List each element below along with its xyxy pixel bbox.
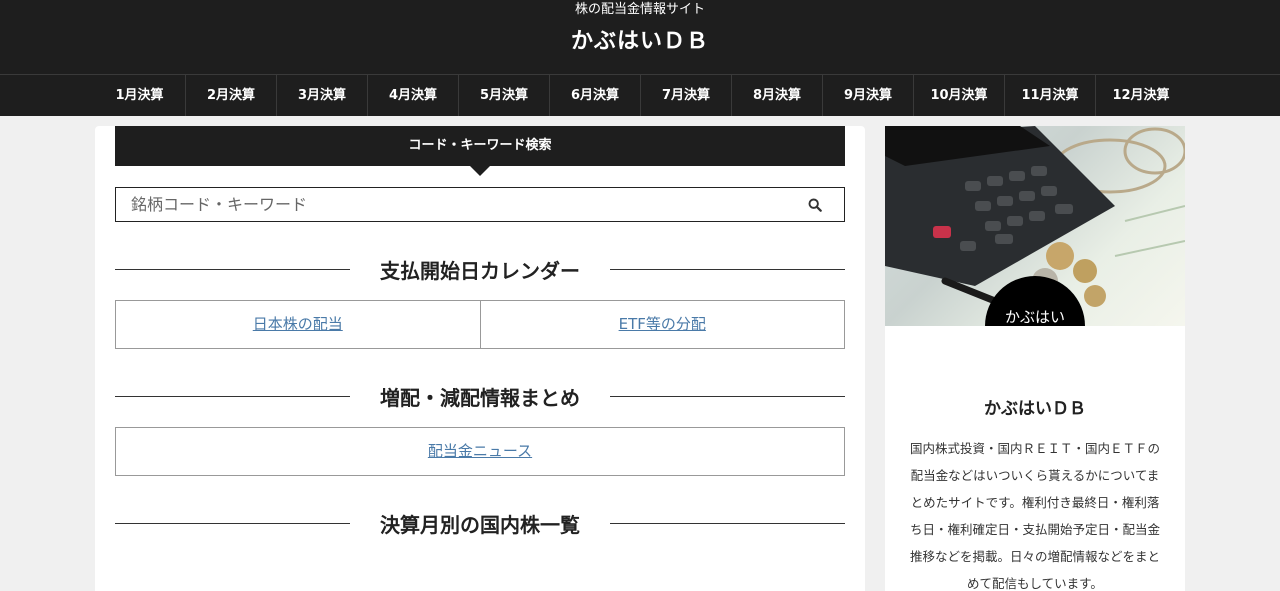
calendar-heading: 支払開始日カレンダー [115, 254, 845, 284]
jp-stock-dividend-link[interactable]: 日本株の配当 [253, 315, 343, 333]
profile-description: 国内株式投資・国内ＲＥＩＴ・国内ＥＴＦの配当金などはいついくら貰えるかについてま… [909, 441, 1160, 591]
by-month-heading: 決算月別の国内株一覧 [115, 508, 845, 538]
avatar-text-line1: かぶはい [1004, 308, 1065, 326]
calendar-link-cell: ETF等の分配 [479, 301, 845, 348]
dividend-changes-heading-text: 増配・減配情報まとめ [380, 385, 580, 410]
search-heading: コード・キーワード検索 [115, 126, 845, 176]
dividend-news-link[interactable]: 配当金ニュース [428, 442, 532, 460]
by-month-heading-text: 決算月別の国内株一覧 [380, 512, 580, 537]
site-title[interactable]: かぶはいＤＢ [0, 22, 1280, 62]
etf-distribution-link[interactable]: ETF等の分配 [619, 315, 706, 333]
profile-hero-image: かぶはい ＤＢ [885, 126, 1185, 326]
profile-name: かぶはいＤＢ [984, 399, 1086, 419]
search-icon[interactable] [808, 197, 824, 213]
search-form [115, 187, 845, 222]
nav-item-jul[interactable]: 7月決算 [640, 75, 731, 116]
nav-item-apr[interactable]: 4月決算 [367, 75, 458, 116]
calendar-link-cell: 日本株の配当 [116, 301, 480, 348]
dividend-changes-heading: 増配・減配情報まとめ [115, 381, 845, 411]
heading-rule-right [610, 268, 845, 270]
heading-rule-left [115, 268, 350, 270]
nav-item-jan[interactable]: 1月決算 [94, 75, 185, 116]
heading-rule-right [610, 395, 845, 397]
nav-item-oct[interactable]: 10月決算 [913, 75, 1004, 116]
nav-item-jun[interactable]: 6月決算 [549, 75, 640, 116]
calendar-heading-text: 支払開始日カレンダー [380, 258, 580, 283]
site-header: 株の配当金情報サイト かぶはいＤＢ [0, 0, 1280, 74]
nav-item-sep[interactable]: 9月決算 [822, 75, 913, 116]
nav-item-nov[interactable]: 11月決算 [1004, 75, 1095, 116]
nav-item-may[interactable]: 5月決算 [458, 75, 549, 116]
nav-item-feb[interactable]: 2月決算 [185, 75, 276, 116]
heading-rule-right [610, 522, 845, 524]
nav-item-dec[interactable]: 12月決算 [1095, 75, 1186, 116]
nav-item-mar[interactable]: 3月決算 [276, 75, 367, 116]
nav-item-aug[interactable]: 8月決算 [731, 75, 822, 116]
search-input[interactable] [116, 188, 844, 221]
profile-sidebar: かぶはい ＤＢ かぶはいＤＢ 国内株式投資・国内ＲＥＩＴ・国内ＥＴＦの配当金など… [885, 126, 1185, 591]
heading-rule-left [115, 522, 350, 524]
site-tagline: 株の配当金情報サイト [574, 2, 705, 17]
main-wrap: コード・キーワード検索 支払開始日カレンダー 日本株の配当 ETF等の分配 [0, 116, 1280, 591]
month-nav: 1月決算 2月決算 3月決算 4月決算 5月決算 6月決算 7月決算 8月決算 … [0, 74, 1280, 116]
calendar-links: 日本株の配当 ETF等の分配 [115, 300, 845, 349]
main-content: コード・キーワード検索 支払開始日カレンダー 日本株の配当 ETF等の分配 [95, 126, 865, 591]
dividend-news-box: 配当金ニュース [115, 427, 845, 476]
heading-rule-left [115, 395, 350, 397]
